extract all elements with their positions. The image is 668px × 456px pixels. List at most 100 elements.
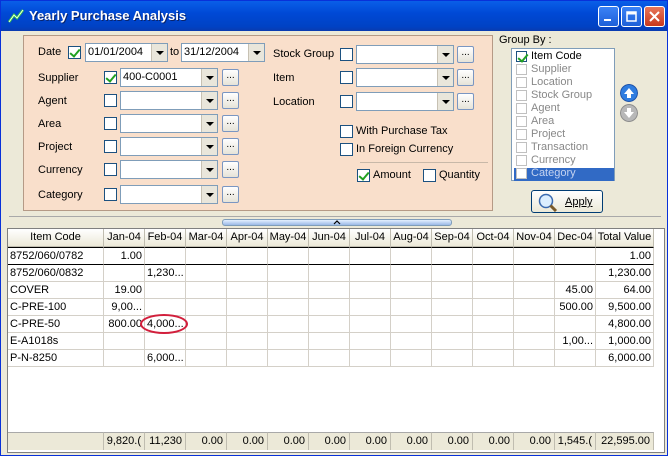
value-cell[interactable]: 4,800.00 xyxy=(596,316,654,333)
chevron-down-icon[interactable] xyxy=(437,69,453,86)
group-by-checkbox[interactable] xyxy=(516,51,527,62)
value-cell[interactable] xyxy=(268,333,309,350)
group-by-checkbox[interactable] xyxy=(516,77,527,88)
chevron-down-icon[interactable] xyxy=(201,69,217,86)
column-header[interactable]: Jan-04 xyxy=(104,229,145,247)
item-code-cell[interactable]: C-PRE-50 xyxy=(8,316,104,333)
value-cell[interactable] xyxy=(432,247,473,265)
chevron-down-icon[interactable] xyxy=(437,93,453,110)
move-up-icon[interactable] xyxy=(620,84,638,102)
supplier-combo[interactable]: 400-C0001 xyxy=(120,68,218,87)
location-combo[interactable] xyxy=(356,92,454,111)
value-cell[interactable] xyxy=(350,247,391,265)
category-browse-button[interactable]: ... xyxy=(222,186,239,203)
group-by-item[interactable]: Stock Group xyxy=(514,89,614,103)
category-checkbox[interactable] xyxy=(104,188,117,201)
amount-checkbox[interactable] xyxy=(357,169,370,182)
value-cell[interactable] xyxy=(309,350,350,367)
value-cell[interactable]: 1.00 xyxy=(104,247,145,265)
value-cell[interactable] xyxy=(186,265,227,282)
value-cell[interactable] xyxy=(555,265,596,282)
column-header[interactable]: Aug-04 xyxy=(391,229,432,247)
value-cell[interactable]: 9,500.00 xyxy=(596,299,654,316)
value-cell[interactable]: 1,00... xyxy=(555,333,596,350)
chevron-down-icon[interactable] xyxy=(248,44,264,61)
item-code-cell[interactable]: C-PRE-100 xyxy=(8,299,104,316)
value-cell[interactable] xyxy=(268,265,309,282)
location-browse-button[interactable]: ... xyxy=(457,93,474,110)
value-cell[interactable]: 45.00 xyxy=(555,282,596,299)
item-combo[interactable] xyxy=(356,68,454,87)
stock-group-checkbox[interactable] xyxy=(340,48,353,61)
value-cell[interactable] xyxy=(309,299,350,316)
value-cell[interactable]: 64.00 xyxy=(596,282,654,299)
supplier-checkbox[interactable] xyxy=(104,71,117,84)
value-cell[interactable] xyxy=(104,333,145,350)
value-cell[interactable] xyxy=(104,350,145,367)
value-cell[interactable] xyxy=(350,265,391,282)
group-by-checkbox[interactable] xyxy=(516,116,527,127)
value-cell[interactable] xyxy=(227,316,268,333)
value-cell[interactable]: 800.00 xyxy=(104,316,145,333)
value-cell[interactable] xyxy=(186,282,227,299)
value-cell[interactable] xyxy=(227,350,268,367)
value-cell[interactable]: 19.00 xyxy=(104,282,145,299)
item-code-cell[interactable]: P-N-8250 xyxy=(8,350,104,367)
value-cell[interactable] xyxy=(391,265,432,282)
column-header[interactable]: Dec-04 xyxy=(555,229,596,247)
value-cell[interactable] xyxy=(186,316,227,333)
value-cell[interactable] xyxy=(186,247,227,265)
column-header[interactable]: Total Value xyxy=(596,229,654,247)
column-header[interactable]: Jul-04 xyxy=(350,229,391,247)
value-cell[interactable] xyxy=(186,299,227,316)
group-by-checkbox[interactable] xyxy=(516,129,527,140)
currency-checkbox[interactable] xyxy=(104,163,117,176)
agent-browse-button[interactable]: ... xyxy=(222,92,239,109)
column-header[interactable]: Jun-04 xyxy=(309,229,350,247)
group-by-checkbox[interactable] xyxy=(516,142,527,153)
value-cell[interactable] xyxy=(309,247,350,265)
group-by-item[interactable]: Category xyxy=(514,167,614,181)
column-header[interactable]: Nov-04 xyxy=(514,229,555,247)
close-button[interactable] xyxy=(644,6,665,27)
value-cell[interactable] xyxy=(473,247,514,265)
location-checkbox[interactable] xyxy=(340,95,353,108)
value-cell[interactable] xyxy=(268,350,309,367)
chevron-down-icon[interactable] xyxy=(201,186,217,203)
item-code-cell[interactable]: 8752/060/0832 xyxy=(8,265,104,282)
value-cell[interactable]: 1,230... xyxy=(145,265,186,282)
minimize-button[interactable] xyxy=(598,6,619,27)
value-cell[interactable] xyxy=(227,265,268,282)
project-browse-button[interactable]: ... xyxy=(222,138,239,155)
value-cell[interactable] xyxy=(432,299,473,316)
stock-group-browse-button[interactable]: ... xyxy=(457,46,474,63)
value-cell[interactable] xyxy=(514,265,555,282)
group-by-checkbox[interactable] xyxy=(516,168,527,179)
value-cell[interactable] xyxy=(391,316,432,333)
value-cell[interactable] xyxy=(514,299,555,316)
group-by-item[interactable]: Agent xyxy=(514,102,614,116)
value-cell[interactable] xyxy=(432,316,473,333)
value-cell[interactable] xyxy=(268,247,309,265)
date-checkbox[interactable] xyxy=(68,46,81,59)
value-cell[interactable] xyxy=(227,282,268,299)
chevron-down-icon[interactable] xyxy=(201,92,217,109)
value-cell[interactable] xyxy=(432,265,473,282)
chevron-down-icon[interactable] xyxy=(151,44,167,61)
maximize-button[interactable] xyxy=(621,6,642,27)
value-cell[interactable] xyxy=(227,247,268,265)
item-code-cell[interactable]: COVER xyxy=(8,282,104,299)
chevron-down-icon[interactable] xyxy=(201,115,217,132)
value-cell[interactable] xyxy=(145,247,186,265)
value-cell[interactable] xyxy=(391,282,432,299)
item-browse-button[interactable]: ... xyxy=(457,69,474,86)
value-cell[interactable] xyxy=(309,316,350,333)
value-cell[interactable] xyxy=(309,333,350,350)
value-cell[interactable] xyxy=(391,350,432,367)
column-header[interactable]: Oct-04 xyxy=(473,229,514,247)
group-by-checkbox[interactable] xyxy=(516,103,527,114)
value-cell[interactable] xyxy=(145,333,186,350)
value-cell[interactable]: 1,230.00 xyxy=(596,265,654,282)
value-cell[interactable] xyxy=(227,333,268,350)
currency-browse-button[interactable]: ... xyxy=(222,161,239,178)
